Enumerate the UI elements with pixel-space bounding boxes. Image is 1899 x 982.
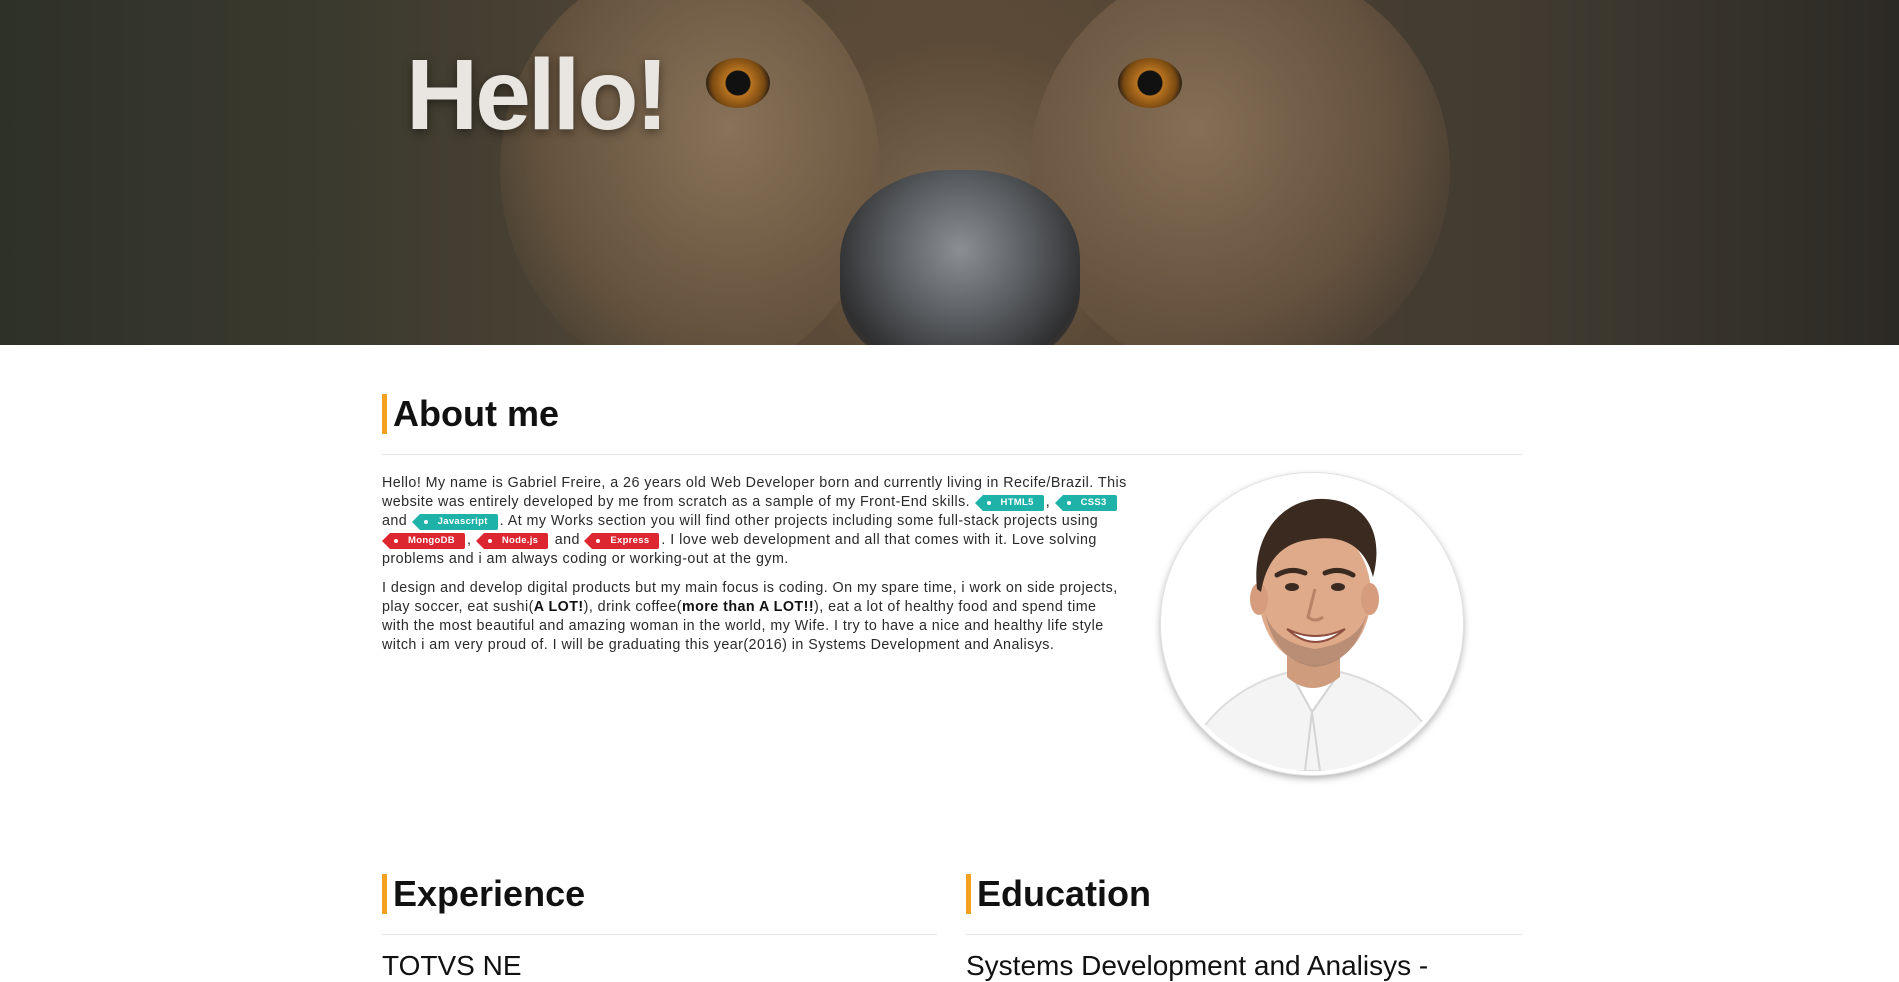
tag-mongodb: MongoDB xyxy=(382,533,465,549)
hero-banner: Hello! xyxy=(0,0,1899,345)
education-title: Education xyxy=(966,874,1151,914)
experience-item-title: TOTVS NE xyxy=(382,950,522,981)
hero-image-eye xyxy=(706,58,770,108)
experience-title: Experience xyxy=(382,874,585,914)
tag-nodejs: Node.js xyxy=(475,533,549,549)
tag-css3: CSS3 xyxy=(1054,495,1117,511)
about-paragraph-1: Hello! My name is Gabriel Freire, a 26 y… xyxy=(382,475,1127,567)
about-text: Hello! My name is Gabriel Freire, a 26 y… xyxy=(382,474,1127,665)
hero-title: Hello! xyxy=(406,39,669,151)
tag-html5: HTML5 xyxy=(974,495,1044,511)
about-paragraph-2: I design and develop digital products bu… xyxy=(382,580,1118,653)
education-item-title: Systems Development and Analisys - xyxy=(966,950,1429,981)
hero-image-eye xyxy=(1118,58,1182,108)
hero-image-fur xyxy=(1030,0,1450,345)
about-title: About me xyxy=(382,394,559,434)
profile-avatar xyxy=(1161,473,1463,775)
tag-express: Express xyxy=(584,533,660,549)
education-divider xyxy=(966,934,1522,935)
experience-divider xyxy=(382,934,937,935)
hero-image-nose xyxy=(840,170,1080,345)
profile-photo xyxy=(1165,477,1459,771)
tag-javascript: Javascript xyxy=(411,514,498,530)
about-divider xyxy=(382,454,1522,455)
